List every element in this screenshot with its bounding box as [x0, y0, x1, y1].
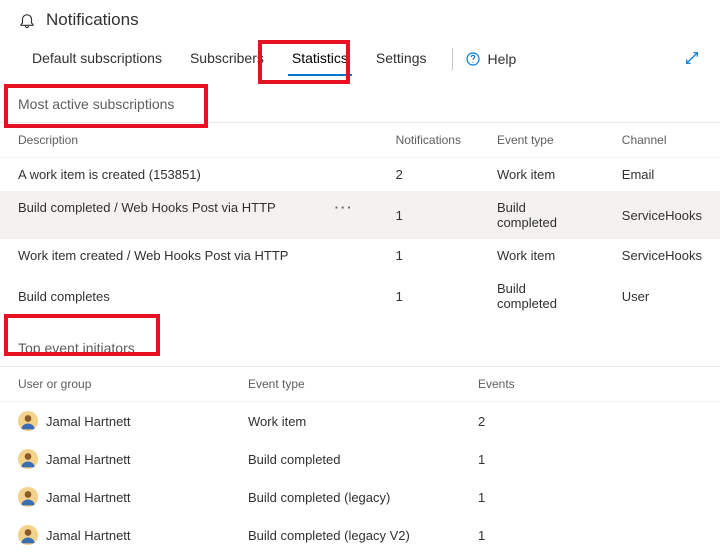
avatar — [18, 411, 38, 431]
col-header-event-type[interactable]: Event type — [479, 123, 604, 158]
tab-statistics[interactable]: Statistics — [278, 42, 362, 76]
user-name: Jamal Hartnett — [46, 452, 131, 467]
cell-user: Jamal Hartnett — [0, 516, 230, 554]
cell-user: Jamal Hartnett — [0, 402, 230, 441]
more-actions-icon[interactable]: ··· — [335, 200, 360, 215]
col-header-event-type[interactable]: Event type — [230, 367, 460, 402]
help-button[interactable]: Help — [465, 51, 516, 67]
user-name: Jamal Hartnett — [46, 414, 131, 429]
cell-description: Work item created / Web Hooks Post via H… — [0, 239, 378, 272]
user-name: Jamal Hartnett — [46, 490, 131, 505]
table-row[interactable]: Build completed / Web Hooks Post via HTT… — [0, 191, 720, 239]
cell-channel: ServiceHooks — [604, 191, 720, 239]
cell-events: 1 — [460, 478, 720, 516]
expand-button[interactable] — [684, 50, 702, 69]
table-row[interactable]: Work item created / Web Hooks Post via H… — [0, 239, 720, 272]
subscriptions-table: Description Notifications Event type Cha… — [0, 123, 720, 320]
initiators-table: User or group Event type Events Jamal Ha… — [0, 367, 720, 554]
cell-user: Jamal Hartnett — [0, 478, 230, 516]
avatar — [18, 525, 38, 545]
cell-description: Build completed / Web Hooks Post via HTT… — [0, 191, 378, 224]
cell-event-type: Build completed (legacy V2) — [230, 516, 460, 554]
cell-events: 1 — [460, 440, 720, 478]
cell-events: 1 — [460, 516, 720, 554]
cell-notifications: 1 — [378, 239, 479, 272]
tab-bar: Default subscriptions Subscribers Statis… — [0, 34, 720, 76]
page-title: Notifications — [46, 10, 139, 30]
section-most-active-subscriptions: Most active subscriptions — [0, 76, 720, 123]
cell-notifications: 1 — [378, 272, 479, 320]
cell-description: Build completes — [0, 272, 378, 320]
cell-channel: Email — [604, 158, 720, 192]
section-top-event-initiators: Top event initiators — [0, 320, 720, 367]
avatar — [18, 487, 38, 507]
cell-event-type: Work item — [479, 239, 604, 272]
help-label: Help — [487, 51, 516, 67]
col-header-events[interactable]: Events — [460, 367, 720, 402]
avatar — [18, 449, 38, 469]
cell-event-type: Work item — [479, 158, 604, 192]
col-header-notifications[interactable]: Notifications — [378, 123, 479, 158]
col-header-user[interactable]: User or group — [0, 367, 230, 402]
cell-channel: User — [604, 272, 720, 320]
tab-default-subscriptions[interactable]: Default subscriptions — [18, 42, 176, 76]
cell-channel: ServiceHooks — [604, 239, 720, 272]
cell-notifications: 1 — [378, 191, 479, 239]
help-icon — [465, 51, 481, 67]
cell-event-type: Build completed — [479, 272, 604, 320]
tab-settings[interactable]: Settings — [362, 42, 441, 76]
table-row[interactable]: Jamal Hartnett Work item2 — [0, 402, 720, 441]
cell-user: Jamal Hartnett — [0, 440, 230, 478]
cell-event-type: Work item — [230, 402, 460, 441]
table-row[interactable]: Jamal Hartnett Build completed (legacy V2… — [0, 516, 720, 554]
table-row[interactable]: A work item is created (153851)2Work ite… — [0, 158, 720, 192]
bell-icon — [18, 11, 36, 29]
cell-events: 2 — [460, 402, 720, 441]
table-row[interactable]: Jamal Hartnett Build completed (legacy)1 — [0, 478, 720, 516]
toolbar-divider — [452, 48, 453, 70]
page-header: Notifications — [0, 0, 720, 34]
cell-event-type: Build completed (legacy) — [230, 478, 460, 516]
cell-event-type: Build completed — [479, 191, 604, 239]
cell-notifications: 2 — [378, 158, 479, 192]
table-row[interactable]: Jamal Hartnett Build completed1 — [0, 440, 720, 478]
tab-subscribers[interactable]: Subscribers — [176, 42, 278, 76]
cell-event-type: Build completed — [230, 440, 460, 478]
col-header-channel[interactable]: Channel — [604, 123, 720, 158]
col-header-description[interactable]: Description — [0, 123, 378, 158]
user-name: Jamal Hartnett — [46, 528, 131, 543]
cell-description: A work item is created (153851) — [0, 158, 378, 192]
table-row[interactable]: Build completes1Build completedUser — [0, 272, 720, 320]
